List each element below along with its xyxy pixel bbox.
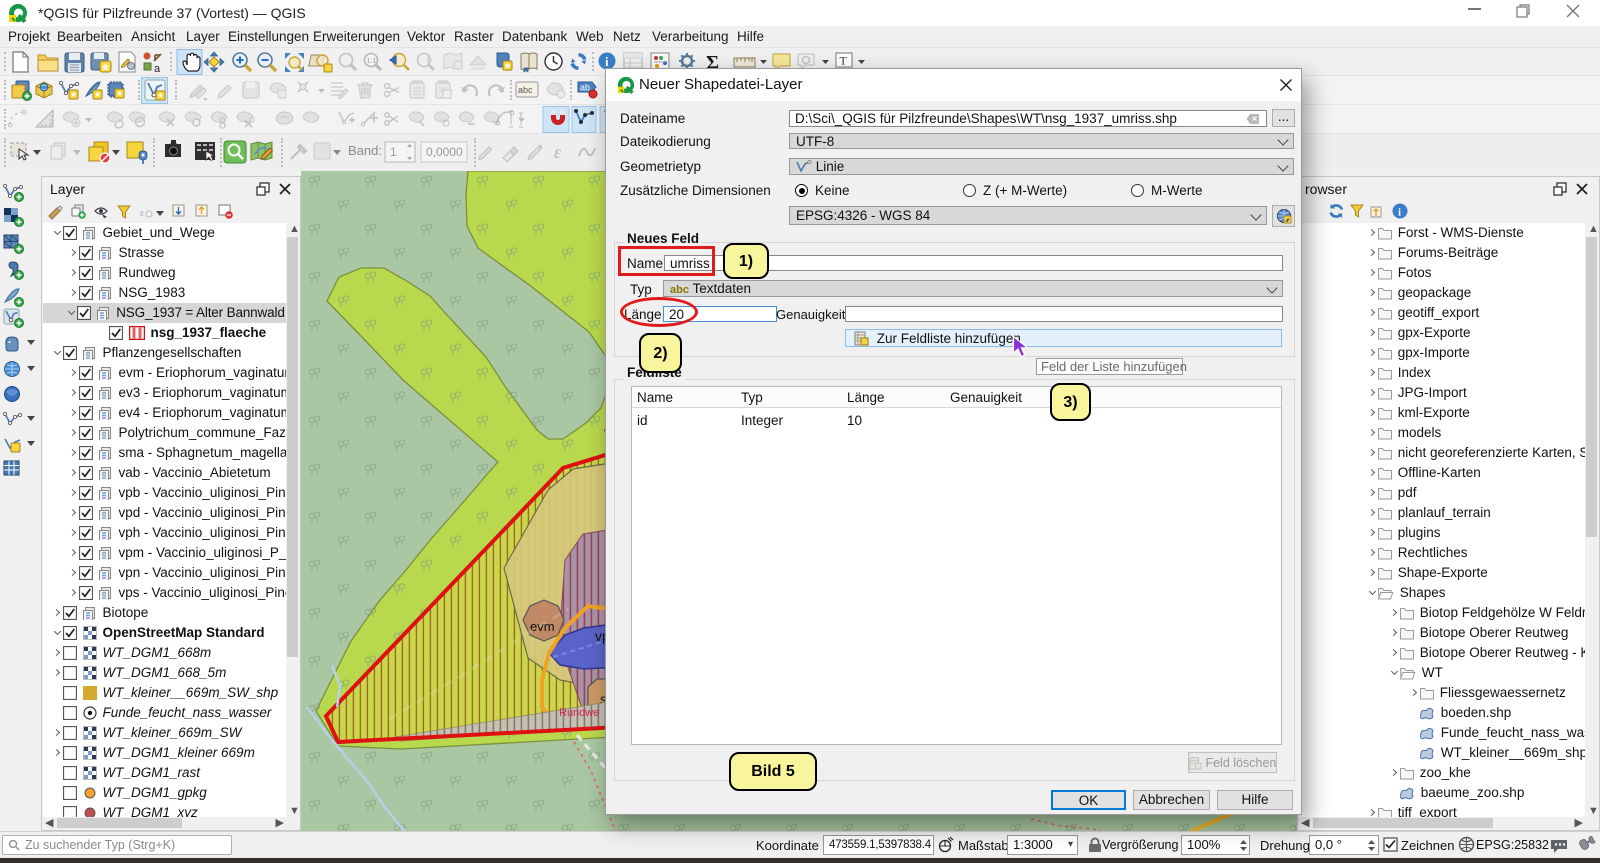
svg-text:ε: ε xyxy=(554,142,562,162)
svg-text:ab: ab xyxy=(580,83,590,93)
svg-text:1: 1 xyxy=(390,145,397,159)
svg-text:abc: abc xyxy=(518,85,533,95)
svg-text:a: a xyxy=(154,63,161,75)
svg-text:Rundwe: Rundwe xyxy=(559,707,599,719)
svg-text:evm: evm xyxy=(530,619,555,634)
svg-text:Band:: Band: xyxy=(348,143,382,158)
svg-text:i: i xyxy=(605,54,609,69)
svg-text:ε: ε xyxy=(140,207,145,219)
svg-text:0,0000: 0,0000 xyxy=(426,145,463,159)
svg-text:i: i xyxy=(1398,207,1401,219)
svg-text:1:1: 1:1 xyxy=(367,58,377,65)
svg-text:T: T xyxy=(840,54,848,68)
